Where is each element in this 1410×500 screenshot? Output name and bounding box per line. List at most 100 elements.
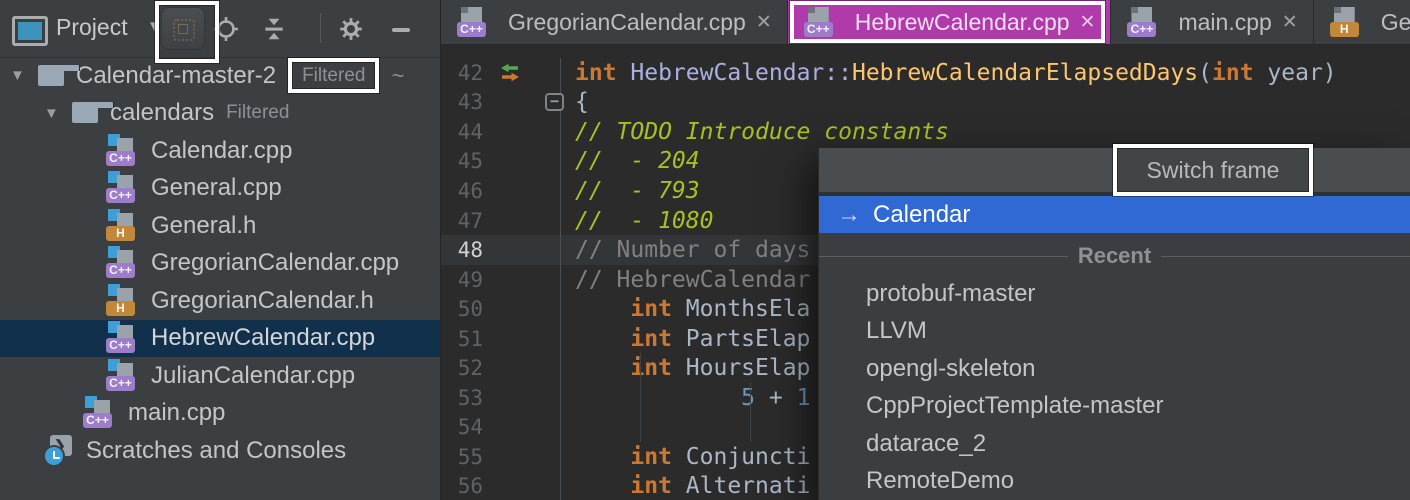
code-segment: // TODO Introduce constants [575,119,949,145]
tree-item-JulianCalendar.cpp[interactable]: C++JulianCalendar.cpp [0,357,440,395]
editor-gutter: 50 [441,294,561,324]
code-segment [575,326,630,352]
line-number: 48 [441,238,483,262]
popup-item-LLVM[interactable]: LLVM [819,313,1410,351]
select-opened-file-button[interactable] [161,7,205,50]
editor-gutter: 49 [441,265,561,295]
code-text: int MonthsEla [561,296,810,322]
close-icon[interactable]: ✕ [1282,11,1298,34]
code-text: int Conjuncti [561,444,810,470]
tree-item-Scratches and Consoles[interactable]: ❯Scratches and Consoles [0,432,440,470]
code-line-43[interactable]: 43 −{ [441,88,1410,118]
tab-label: HebrewCalendar.cpp [855,9,1070,36]
code-segment: // Number of days [575,237,810,263]
tree-item-Calendar.cpp[interactable]: C++Calendar.cpp [0,132,440,170]
expand-arrow-icon[interactable]: ▼ [44,105,64,122]
tree-item-GregorianCalendar.cpp[interactable]: C++GregorianCalendar.cpp [0,245,440,283]
code-text: 5 + 1 [561,385,810,411]
code-text: int HoursElap [561,355,810,381]
fold-marker[interactable]: − [545,93,564,111]
code-segment: // HebrewCalendar [575,267,810,293]
switch-arrows-icon[interactable] [499,63,521,88]
editor-gutter: 48 [441,235,561,265]
editor-gutter: 54 [441,413,561,443]
arrow-right-icon: → [837,201,873,229]
tree-item-main.cpp[interactable]: C++ main.cpp [0,395,440,433]
code-segment: ( [1198,60,1212,86]
popup-item-RemoteDemo[interactable]: RemoteDemo [819,463,1410,500]
settings-button[interactable] [338,16,364,42]
code-line-42[interactable]: 42int HebrewCalendar::HebrewCalendarElap… [441,58,1410,88]
collapse-all-icon [261,16,287,42]
project-view-icon [12,16,48,46]
close-icon[interactable]: ✕ [756,11,772,34]
indent-guide [750,383,751,413]
project-panel-title[interactable]: Project [56,14,128,41]
popup-item-datarace_2[interactable]: datarace_2 [819,425,1410,463]
tab-HebrewCalendar.cpp[interactable]: C++HebrewCalendar.cpp✕ [788,0,1112,44]
tree-item-HebrewCalendar.cpp[interactable]: C++HebrewCalendar.cpp [0,320,440,358]
tree-item-Calendar-master-2[interactable]: ▼Calendar-master-2Filtered~ [0,57,440,95]
locate-button[interactable] [213,16,239,42]
code-text: int PartsElap [561,326,810,352]
line-number: 55 [441,445,483,469]
tree-item-label: Scratches and Consoles [86,437,346,465]
cpp-file-icon: C++ [105,321,141,355]
code-segment: Alternati [672,473,810,499]
tree-item-suffix: ~ [391,63,404,89]
tree-item-label: GregorianCalendar.cpp [151,249,399,277]
indent-guide [750,413,751,443]
tree-item-GregorianCalendar.h[interactable]: H GregorianCalendar.h [0,282,440,320]
code-text: // Number of days [561,237,810,263]
tree-item-General.h[interactable]: HGeneral.h [0,207,440,245]
tree-item-calendars[interactable]: ▼calendarsFiltered [0,95,440,133]
tab-GregorianCalendar.cpp[interactable]: C++GregorianCalendar.cpp✕ [441,0,788,44]
editor-gutter: 55 [441,442,561,472]
editor-gutter: 46 [441,176,561,206]
code-segment: int [630,296,672,322]
tree-item-label: Calendar-master-2 [76,62,276,90]
code-segment [617,60,631,86]
code-segment: Conjuncti [672,444,810,470]
line-number: 51 [441,327,483,351]
expand-arrow-icon[interactable]: ▼ [10,67,30,84]
code-segment: { [575,89,589,115]
popup-item-CppProjectTemplate-master[interactable]: CppProjectTemplate-master [819,388,1410,426]
project-toolbar: Project ▼ [0,0,440,58]
code-segment: HoursElap [672,355,810,381]
popup-item-opengl-skeleton[interactable]: opengl-skeleton [819,350,1410,388]
cpp-file-icon: C++ [105,359,141,393]
code-text: // HebrewCalendar [561,267,810,293]
folder-icon [72,101,98,125]
tree-item-General.cpp[interactable]: C++General.cpp [0,170,440,208]
tab-main.cpp[interactable]: C++main.cpp✕ [1111,0,1313,44]
hide-panel-button[interactable] [392,28,410,32]
code-segment [575,385,741,411]
toolbar-separator [320,13,321,43]
line-number: 43 [441,90,483,114]
code-segment: year) [1254,60,1337,86]
tree-item-label: GregorianCalendar.h [151,287,374,315]
editor-gutter: 45 [441,147,561,177]
cpp-file-icon: C++ [1126,6,1160,39]
code-text: // - 204 [561,148,700,174]
popup-item-protobuf-master[interactable]: protobuf-master [819,275,1410,313]
code-text: { [561,89,589,115]
recent-label: Recent [1078,243,1151,269]
editor-gutter: 43 − [441,88,561,118]
popup-item-selected[interactable]: → Calendar [819,196,1410,233]
code-segment: // - 204 [575,148,700,174]
line-number: 45 [441,149,483,173]
code-line-44[interactable]: 44// TODO Introduce constants [441,117,1410,147]
close-icon[interactable]: ✕ [1080,11,1096,34]
popup-title: Switch frame [1147,157,1280,184]
line-number: 42 [441,61,483,85]
cpp-file-icon: C++ [82,396,118,430]
chevron-down-icon[interactable]: ▼ [147,18,162,35]
h-file-icon: H [105,284,141,318]
tab-Gener[interactable]: HGener [1314,0,1410,44]
code-segment [575,473,630,499]
tree-item-label: main.cpp [128,399,225,427]
collapse-all-button[interactable] [261,16,287,42]
line-number: 53 [441,386,483,410]
